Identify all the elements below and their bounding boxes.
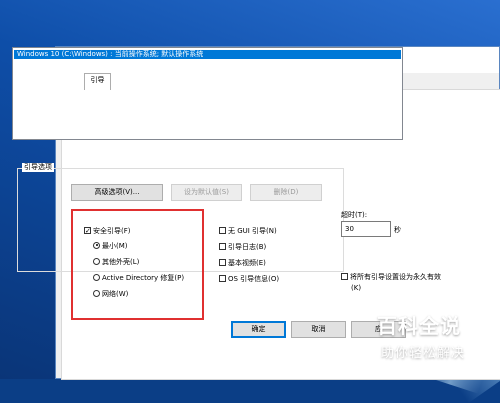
os-list-item[interactable]: Windows 10 (C:\Windows) : 当前操作系统; 默认操作系统 <box>14 50 401 59</box>
watermark-logo: 百科全说 助你轻松解决 <box>372 313 500 379</box>
base-video-label: 基本视频(E) <box>228 259 266 267</box>
timeout-unit: 秒 <box>394 226 401 234</box>
boot-log-label: 引导日志(B) <box>228 243 267 251</box>
tab-boot[interactable]: 引导 <box>84 73 111 90</box>
timeout-label: 超时(T): <box>341 211 368 219</box>
checkbox-icon <box>219 274 226 282</box>
base-video-checkbox[interactable]: 基本视频(E) <box>219 258 266 268</box>
os-boot-info-checkbox[interactable]: OS 引导信息(O) <box>219 274 279 284</box>
cancel-button[interactable]: 取消 <box>291 321 346 338</box>
ok-button[interactable]: 确定 <box>231 321 286 338</box>
make-permanent-accel: (K) <box>351 284 362 292</box>
os-list[interactable]: Windows 10 (C:\Windows) : 当前操作系统; 默认操作系统 <box>12 47 403 140</box>
watermark-subtitle: 助你轻松解决 <box>381 346 466 361</box>
no-gui-boot-checkbox[interactable]: 无 GUI 引导(N) <box>219 226 277 236</box>
make-permanent-checkbox[interactable]: 将所有引导设置设为永久有效 <box>341 272 441 282</box>
checkbox-icon <box>219 226 226 234</box>
boot-log-checkbox[interactable]: 引导日志(B) <box>219 242 266 252</box>
highlight-annotation-box <box>71 209 204 320</box>
checkbox-icon <box>219 258 226 266</box>
os-boot-info-label: OS 引导信息(O) <box>228 275 280 283</box>
timeout-input[interactable]: 30 <box>341 221 391 237</box>
checkbox-icon <box>219 242 226 250</box>
make-permanent-label: 将所有引导设置设为永久有效 <box>350 273 441 281</box>
no-gui-boot-label: 无 GUI 引导(N) <box>228 227 277 235</box>
boot-options-label: 引导选项 <box>22 163 54 172</box>
watermark-title: 百科全说 <box>377 314 461 338</box>
checkbox-icon <box>341 272 348 280</box>
